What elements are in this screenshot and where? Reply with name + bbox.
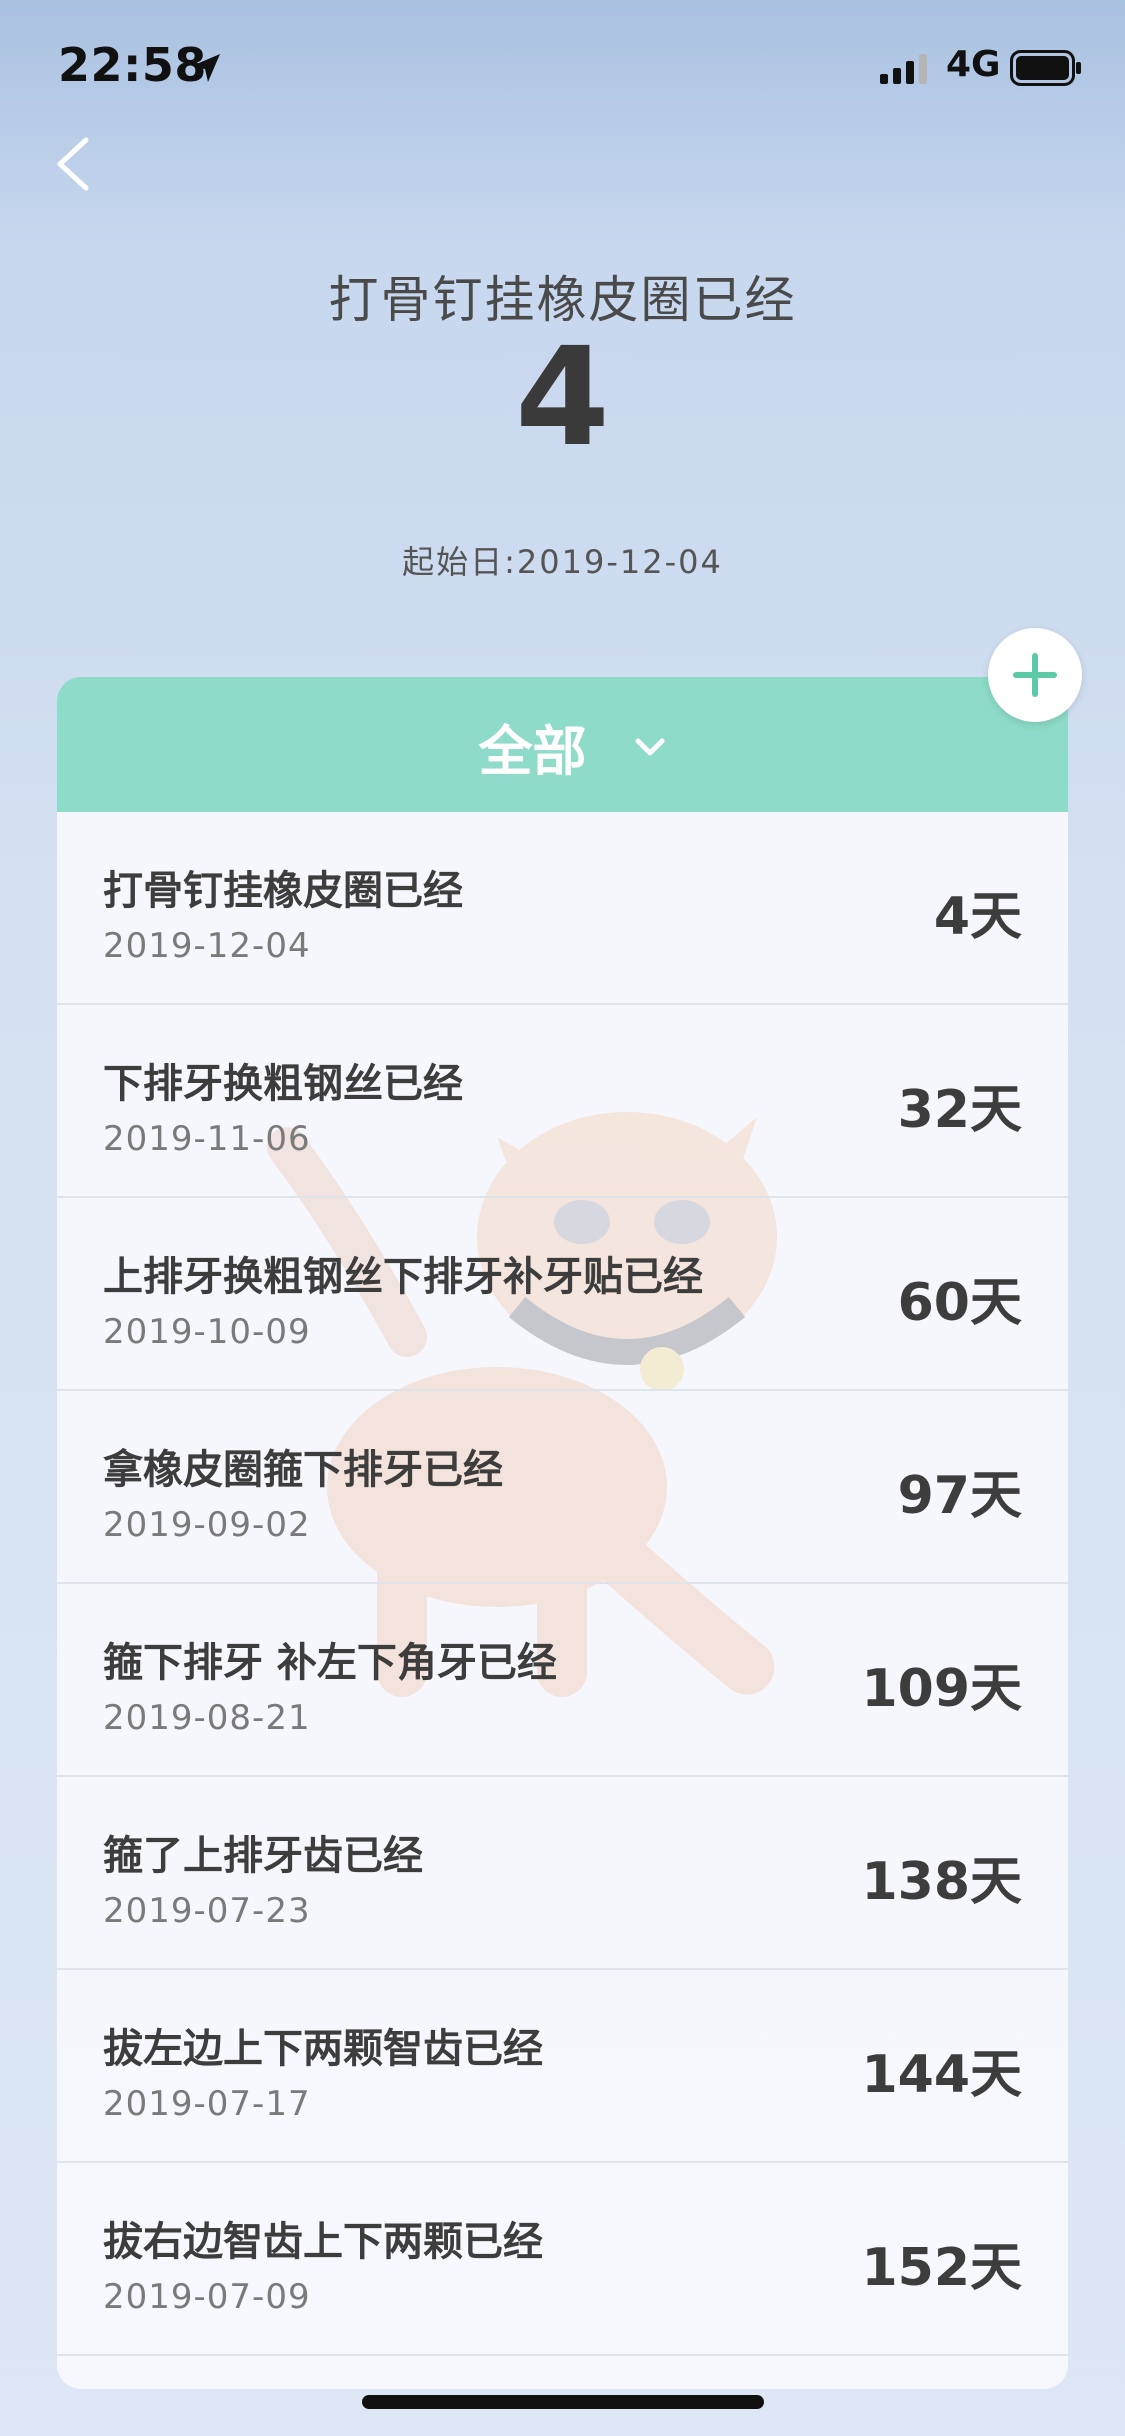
status-time: 22:58: [58, 38, 207, 92]
list-item[interactable]: 拔左边上下两颗智齿已经 2019-07-17 144天: [57, 1970, 1068, 2163]
location-arrow-icon: [192, 54, 220, 82]
item-title: 箍下排牙 补左下角牙已经: [103, 1640, 557, 1686]
item-date: 2019-07-17: [103, 2084, 311, 2124]
list-item[interactable]: 拿橡皮圈箍下排牙已经 2019-09-02 97天: [57, 1391, 1068, 1584]
list-item[interactable]: 上排牙换粗钢丝下排牙补牙贴已经 2019-10-09 60天: [57, 1198, 1068, 1391]
list-item[interactable]: 拔右边智齿上下两颗已经 2019-07-09 152天: [57, 2163, 1068, 2356]
list-item[interactable]: 打骨钉挂橡皮圈已经 2019-12-04 4天: [57, 812, 1068, 1005]
item-days: 4天: [933, 887, 1022, 947]
item-date: 2019-11-06: [103, 1119, 311, 1159]
item-title: 拿橡皮圈箍下排牙已经: [103, 1447, 503, 1493]
item-days: 97天: [897, 1466, 1022, 1526]
item-days: 138天: [861, 1852, 1022, 1912]
item-date: 2019-08-21: [103, 1698, 311, 1738]
day-count: 4: [515, 319, 610, 477]
chevron-down-icon: [635, 738, 665, 756]
item-days: 144天: [861, 2045, 1022, 2105]
item-title: 上排牙换粗钢丝下排牙补牙贴已经: [103, 1254, 703, 1300]
cellular-signal-icon: [880, 54, 927, 84]
events-card: 全部 打骨钉挂橡皮圈已经 2019-12-04 4天 下排牙换粗钢丝已经 201…: [57, 677, 1068, 2389]
filter-dropdown[interactable]: 全部: [57, 677, 1068, 812]
list-item[interactable]: 箍下排牙 补左下角牙已经 2019-08-21 109天: [57, 1584, 1068, 1777]
item-title: 打骨钉挂橡皮圈已经: [103, 868, 463, 914]
item-date: 2019-07-09: [103, 2277, 311, 2317]
item-date: 2019-07-23: [103, 1891, 311, 1931]
network-type: 4G: [946, 44, 1001, 85]
item-title: 箍了上排牙齿已经: [103, 1833, 423, 1879]
back-button[interactable]: [44, 124, 104, 204]
item-date: 2019-12-04: [103, 926, 311, 966]
add-event-button[interactable]: [988, 628, 1082, 722]
item-days: 152天: [861, 2238, 1022, 2298]
item-title: 拔右边智齿上下两颗已经: [103, 2219, 543, 2265]
list-item[interactable]: 下排牙换粗钢丝已经 2019-11-06 32天: [57, 1005, 1068, 1198]
item-date: 2019-09-02: [103, 1505, 311, 1545]
home-indicator[interactable]: [362, 2395, 764, 2409]
item-title: 拔左边上下两颗智齿已经: [103, 2026, 543, 2072]
item-date: 2019-10-09: [103, 1312, 311, 1352]
start-date: 起始日:2019-12-04: [402, 543, 723, 581]
item-days: 32天: [897, 1080, 1022, 1140]
filter-label: 全部: [478, 720, 587, 783]
item-title: 下排牙换粗钢丝已经: [103, 1061, 463, 1107]
list-item[interactable]: 箍了上排牙齿已经 2019-07-23 138天: [57, 1777, 1068, 1970]
item-days: 109天: [861, 1659, 1022, 1719]
battery-icon: [1010, 50, 1081, 86]
events-list: 打骨钉挂橡皮圈已经 2019-12-04 4天 下排牙换粗钢丝已经 2019-1…: [57, 812, 1068, 2356]
plus-icon: [1013, 653, 1057, 697]
item-days: 60天: [897, 1273, 1022, 1333]
chevron-left-icon: [57, 137, 89, 191]
status-bar: 22:58 4G: [0, 0, 1125, 135]
